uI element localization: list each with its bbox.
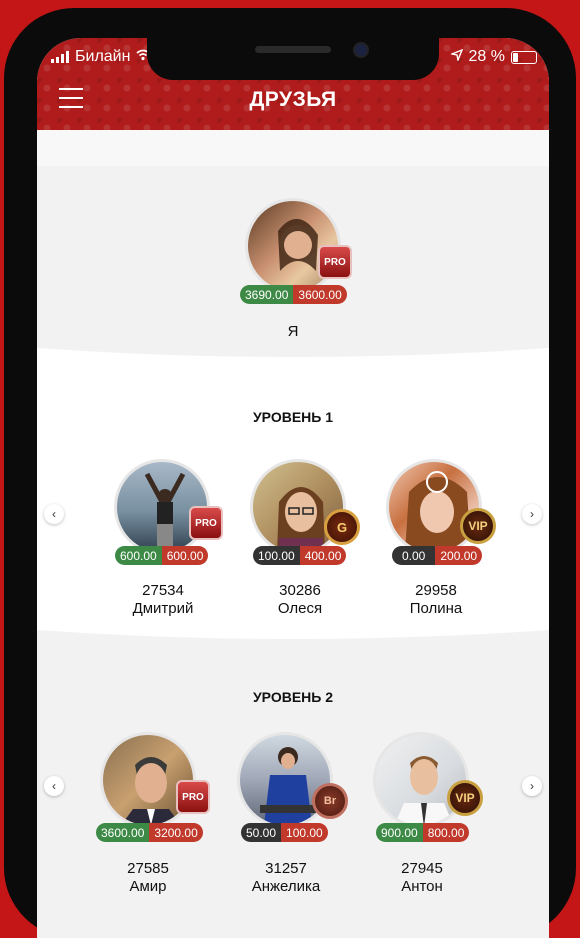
balance-dark: 0.00 [392,546,436,565]
my-balance: 3690.00 3600.00 [240,285,347,304]
status-bar-left: Билайн [51,48,151,66]
gold-badge-icon: G [324,509,360,545]
balance-red: 600.00 [161,546,209,565]
balance-red: 400.00 [299,546,347,565]
pro-badge-icon: PRO [176,780,210,814]
level-1-next-arrow[interactable]: › [522,504,542,524]
friend-name: Анжелика [251,878,321,895]
bronze-badge-icon: Br [312,783,348,819]
friend-name: Амир [129,878,167,895]
level-1-section: УРОВЕНЬ 1 ‹ › PRO 600.00 600.00 27534 Дм… [37,344,549,626]
friend-name: Полина [409,600,463,617]
page-title: ДРУЗЬЯ [249,88,337,111]
battery-percent: 28 % [468,48,505,65]
balance-red: 100.00 [281,823,328,842]
balance-green: 900.00 [376,823,423,842]
battery-icon [511,50,537,64]
front-camera [353,42,369,58]
pro-badge-icon: PRO [189,506,223,540]
friend-balance: 900.00 800.00 [376,823,470,842]
friend-balance: 3600.00 3200.00 [96,823,203,842]
status-bar-right: 28 % [449,48,537,66]
my-label: Я [287,323,299,340]
balance-red: 3600.00 [293,285,347,304]
friend-name: Дмитрий [132,600,194,617]
balance-dark: 50.00 [241,823,282,842]
level-2-prev-arrow[interactable]: ‹ [44,776,64,796]
top-spacer [37,130,549,166]
friend-name: Антон [401,878,443,895]
friend-id: 31257 [265,860,307,877]
level-2-section: УРОВЕНЬ 2 ‹ › PRO 3600.00 3200.00 27585 … [37,626,549,938]
friend-name: Олеся [277,600,323,617]
balance-red: 200.00 [435,546,483,565]
balance-green: 3690.00 [240,285,294,304]
speaker-grille [255,46,331,53]
section-divider [37,626,549,639]
phone-notch [147,38,439,80]
vip-badge-icon: VIP [447,780,483,816]
section-divider [37,344,549,357]
balance-dark: 100.00 [253,546,300,565]
carrier-name: Билайн [75,48,131,65]
location-icon [449,48,463,66]
balance-red: 3200.00 [149,823,203,842]
level-1-prev-arrow[interactable]: ‹ [44,504,64,524]
friend-id: 27585 [127,860,169,877]
friend-balance: 50.00 100.00 [241,823,328,842]
balance-red: 800.00 [422,823,470,842]
pro-badge-icon: PRO [318,245,352,279]
level-1-title: УРОВЕНЬ 1 [252,409,334,425]
friend-avatar[interactable] [373,732,469,828]
friend-id: 27945 [401,860,443,877]
level-2-title: УРОВЕНЬ 2 [252,689,334,705]
friend-balance: 600.00 600.00 [115,546,209,565]
app-header: Билайн 28 % ДРУЗЬЯ [37,38,549,130]
friend-id: 27534 [142,582,184,599]
level-2-next-arrow[interactable]: › [522,776,542,796]
friend-id: 29958 [415,582,457,599]
my-profile-section: PRO 3690.00 3600.00 Я [37,166,549,344]
friend-balance: 0.00 200.00 [392,546,483,565]
vip-badge-icon: VIP [460,508,496,544]
balance-green: 3600.00 [96,823,150,842]
signal-icon [51,51,69,63]
app-screen: Билайн 28 % ДРУЗЬЯ PRO 3690.00 3600.00 Я… [37,38,549,938]
friend-balance: 100.00 400.00 [253,546,347,565]
balance-green: 600.00 [115,546,162,565]
friend-id: 30286 [279,582,321,599]
